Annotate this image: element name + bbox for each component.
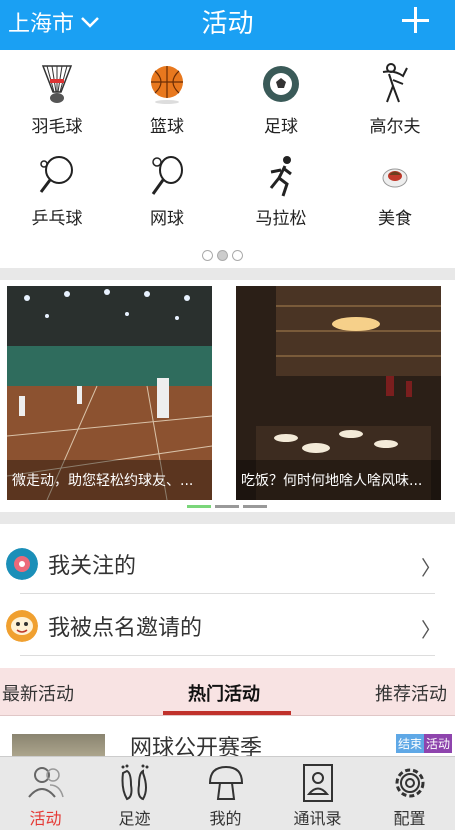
category-basketball[interactable]: 篮球 xyxy=(110,52,224,142)
page-dot xyxy=(202,250,213,261)
nav-label: 通讯录 xyxy=(293,809,342,828)
banner-caption: 微走动，助您轻松约球友、... xyxy=(7,460,212,500)
category-golf[interactable]: 高尔夫 xyxy=(338,52,452,142)
tab-popular[interactable]: 热门活动 xyxy=(188,680,260,706)
page-dot xyxy=(217,250,228,261)
category-page-indicator xyxy=(202,250,243,261)
tab-recommended[interactable]: 推荐活动 xyxy=(375,680,447,706)
nav-label: 足迹 xyxy=(118,809,151,828)
category-food[interactable]: 美食 xyxy=(338,144,452,234)
banner-food[interactable]: 吃饭？何时何地啥人啥风味... xyxy=(236,286,441,500)
row-divider xyxy=(20,593,435,594)
category-label: 马拉松 xyxy=(255,209,307,229)
banner-page-indicator xyxy=(187,505,267,508)
mushroom-icon xyxy=(208,765,243,800)
nav-mine[interactable]: 我的 xyxy=(180,757,271,830)
food-plate-icon xyxy=(382,168,408,188)
chevron-right-icon: 〉 xyxy=(421,618,441,642)
category-marathon[interactable]: 马拉松 xyxy=(224,144,338,234)
gear-icon xyxy=(395,768,424,798)
nav-label: 我的 xyxy=(209,809,242,828)
list-item-label: 我关注的 xyxy=(48,554,137,579)
nav-activity[interactable]: 活动 xyxy=(0,757,91,830)
header-bar: 上海市 活动 xyxy=(0,0,455,50)
category-label: 高尔夫 xyxy=(369,117,421,137)
category-grid: 羽毛球 篮球 足球 高尔夫 乒乓球 网球 马拉松 美食 xyxy=(0,52,455,264)
banner-caption: 吃饭？何时何地啥人啥风味... xyxy=(236,460,441,500)
follow-icon xyxy=(6,548,38,580)
invite-mask-icon xyxy=(6,610,38,642)
divider xyxy=(0,512,455,524)
category-label: 篮球 xyxy=(150,117,184,137)
divider xyxy=(0,268,455,280)
people-icon xyxy=(27,767,64,798)
chevron-right-icon: 〉 xyxy=(421,556,441,580)
banner-sports[interactable]: 微走动，助您轻松约球友、... xyxy=(7,286,212,500)
page-dot xyxy=(232,250,243,261)
category-pingpong[interactable]: 乒乓球 xyxy=(0,144,114,234)
list-item-following[interactable]: 我关注的 〉 xyxy=(0,534,455,594)
list-item-label: 我被点名邀请的 xyxy=(48,616,203,641)
add-activity-icon[interactable] xyxy=(399,5,433,39)
status-badge: 结束 xyxy=(396,734,425,753)
category-label: 乒乓球 xyxy=(31,209,83,229)
page-title: 活动 xyxy=(201,9,254,39)
ping-pong-icon xyxy=(39,156,73,193)
nav-label: 配置 xyxy=(393,809,426,828)
nav-label: 活动 xyxy=(29,809,62,828)
tab-latest[interactable]: 最新活动 xyxy=(2,680,74,706)
runner-icon xyxy=(269,156,292,197)
list-item-invited[interactable]: 我被点名邀请的 〉 xyxy=(0,596,455,656)
nav-footprints[interactable]: 足迹 xyxy=(89,757,180,830)
row-divider xyxy=(20,655,435,656)
shuttlecock-icon xyxy=(41,65,73,103)
basketball-icon xyxy=(151,66,183,104)
contacts-book-icon xyxy=(302,764,333,802)
category-label: 美食 xyxy=(378,209,412,229)
type-badge: 活动 xyxy=(424,734,453,753)
category-label: 足球 xyxy=(264,117,298,137)
page-dot xyxy=(215,505,239,508)
category-tennis[interactable]: 网球 xyxy=(110,144,224,234)
page-dot xyxy=(187,505,211,508)
footprints-icon xyxy=(121,764,148,801)
active-tab-indicator xyxy=(163,711,291,715)
page-dot xyxy=(243,505,267,508)
tennis-icon xyxy=(151,156,183,195)
category-badminton[interactable]: 羽毛球 xyxy=(0,52,114,142)
activity-tabs: 最新活动 热门活动 推荐活动 xyxy=(0,668,455,716)
nav-contacts[interactable]: 通讯录 xyxy=(272,757,363,830)
bottom-navigation: 活动 足迹 我的 通讯录 配置 xyxy=(0,756,455,830)
soccer-ball-icon xyxy=(263,66,299,102)
category-label: 羽毛球 xyxy=(31,117,83,137)
golfer-icon xyxy=(382,63,408,103)
nav-settings[interactable]: 配置 xyxy=(364,757,455,830)
category-label: 网球 xyxy=(150,209,184,229)
category-soccer[interactable]: 足球 xyxy=(224,52,338,142)
